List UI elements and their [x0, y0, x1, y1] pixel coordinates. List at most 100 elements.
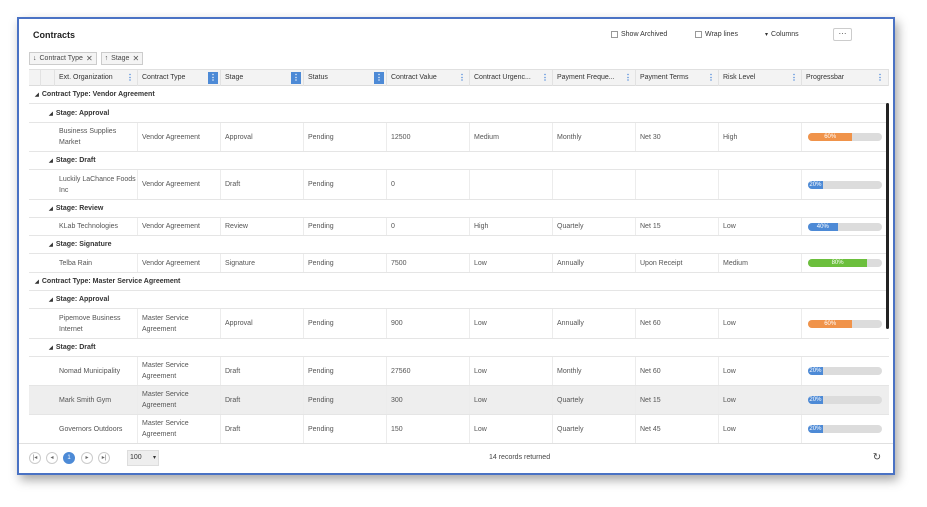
current-page-button[interactable]: 1	[63, 452, 75, 464]
refresh-icon[interactable]: ↻	[871, 452, 883, 464]
page-size-select[interactable]: 100 ▾	[127, 450, 159, 466]
cell-status: Pending	[304, 218, 387, 235]
cell-payment-frequency: Quartely	[553, 386, 636, 414]
group-label: Stage: Approval	[55, 110, 110, 117]
wrap-lines-checkbox[interactable]	[695, 31, 702, 38]
show-archived-checkbox[interactable]	[611, 31, 618, 38]
cell-payment-frequency: Quartely	[553, 415, 636, 443]
cell-contract-urgency: Low	[470, 415, 553, 443]
table-row[interactable]: Governors Outdoors Master Service Agreem…	[29, 415, 889, 444]
cell-risk-level: Low	[719, 218, 802, 235]
columns-label: Columns	[771, 31, 799, 38]
wrap-lines-label: Wrap lines	[705, 31, 738, 38]
cell-payment-terms: Net 15	[636, 386, 719, 414]
group-row-stage[interactable]: ◢ Stage: Review	[29, 200, 889, 218]
cell-contract-type: Vendor Agreement	[138, 170, 221, 199]
column-menu-icon[interactable]: ⋮	[374, 72, 384, 84]
table-row[interactable]: Pipemove Business Internet Master Servic…	[29, 309, 889, 339]
cell-status: Pending	[304, 123, 387, 151]
collapse-triangle-icon[interactable]: ◢	[35, 92, 39, 98]
group-row-stage[interactable]: ◢ Stage: Draft	[29, 152, 889, 170]
column-menu-icon[interactable]: ⋮	[789, 72, 799, 84]
group-row-contract-type[interactable]: ◢ Contract Type: Vendor Agreement	[29, 86, 889, 104]
cell-payment-frequency: Annually	[553, 254, 636, 272]
group-row-stage[interactable]: ◢ Stage: Approval	[29, 104, 889, 123]
collapse-triangle-icon[interactable]: ◢	[49, 206, 53, 212]
column-menu-icon[interactable]: ⋮	[125, 72, 135, 84]
cell-payment-terms: Net 60	[636, 309, 719, 338]
collapse-triangle-icon[interactable]: ◢	[49, 111, 53, 117]
first-page-button[interactable]: |◂	[29, 452, 41, 464]
cell-contract-value: 900	[387, 309, 470, 338]
column-menu-icon[interactable]: ⋮	[457, 72, 467, 84]
column-menu-icon[interactable]: ⋮	[623, 72, 633, 84]
cell-payment-terms	[636, 170, 719, 199]
caret-down-icon: ▾	[765, 32, 769, 38]
page-title: Contracts	[33, 30, 76, 40]
close-icon[interactable]: ✕	[86, 54, 93, 63]
collapse-triangle-icon[interactable]: ◢	[49, 158, 53, 164]
grid-footer: |◂ ◂ 1 ▸ ▸| 100 ▾ 14 records returned ↻	[19, 443, 893, 473]
table-row[interactable]: KLab Technologies Vendor Agreement Revie…	[29, 218, 889, 236]
cell-status: Pending	[304, 357, 387, 385]
cell-contract-urgency: Medium	[470, 123, 553, 151]
collapse-triangle-icon[interactable]: ◢	[49, 242, 53, 248]
cell-contract-type: Vendor Agreement	[138, 218, 221, 235]
cell-risk-level: Low	[719, 309, 802, 338]
collapse-triangle-icon[interactable]: ◢	[49, 297, 53, 303]
wrap-lines-toggle[interactable]: Wrap lines	[695, 31, 738, 38]
show-archived-toggle[interactable]: Show Archived	[611, 31, 667, 38]
table-row[interactable]: Nomad Municipality Master Service Agreem…	[29, 357, 889, 386]
cell-stage: Approval	[221, 309, 304, 338]
cell-ext-organization: Business Supplies Market	[55, 123, 138, 151]
cell-status: Pending	[304, 170, 387, 199]
column-menu-icon[interactable]: ⋮	[208, 72, 218, 84]
next-page-button[interactable]: ▸	[81, 452, 93, 464]
cell-contract-value: 0	[387, 170, 470, 199]
column-menu-icon[interactable]: ⋮	[706, 72, 716, 84]
cell-contract-urgency	[470, 170, 553, 199]
more-options-button[interactable]: ···	[833, 28, 852, 41]
column-menu-icon[interactable]: ⋮	[291, 72, 301, 84]
cell-contract-value: 0	[387, 218, 470, 235]
last-page-button[interactable]: ▸|	[98, 452, 110, 464]
cell-contract-type: Master Service Agreement	[138, 386, 221, 414]
close-icon[interactable]: ✕	[132, 54, 139, 63]
cell-status: Pending	[304, 254, 387, 272]
column-menu-icon[interactable]: ⋮	[875, 72, 885, 84]
columns-menu-button[interactable]: ▾ Columns	[765, 31, 799, 38]
cell-stage: Draft	[221, 170, 304, 199]
progress-bar-fill: 20%	[808, 181, 823, 189]
progress-bar: 20%	[808, 181, 882, 189]
progress-bar-fill: 60%	[808, 133, 853, 141]
cell-contract-type: Master Service Agreement	[138, 309, 221, 338]
prev-page-button[interactable]: ◂	[46, 452, 58, 464]
table-row[interactable]: Mark Smith Gym Master Service Agreement …	[29, 386, 889, 415]
group-label: Contract Type: Master Service Agreement	[41, 278, 181, 285]
progress-bar: 60%	[808, 320, 882, 328]
sort-arrow-icon: ↓	[33, 55, 37, 62]
expand-column-header	[29, 70, 41, 86]
collapse-triangle-icon[interactable]: ◢	[49, 345, 53, 351]
vertical-scrollbar[interactable]	[886, 103, 889, 329]
cell-stage: Draft	[221, 386, 304, 414]
cell-payment-terms: Net 60	[636, 357, 719, 385]
column-menu-icon[interactable]: ⋮	[540, 72, 550, 84]
group-row-contract-type[interactable]: ◢ Contract Type: Master Service Agreement	[29, 273, 889, 291]
cell-status: Pending	[304, 415, 387, 443]
collapse-triangle-icon[interactable]: ◢	[35, 279, 39, 285]
group-row-stage[interactable]: ◢ Stage: Draft	[29, 339, 889, 357]
cell-contract-type: Vendor Agreement	[138, 254, 221, 272]
cell-payment-frequency: Monthly	[553, 357, 636, 385]
table-row[interactable]: Business Supplies Market Vendor Agreemen…	[29, 123, 889, 152]
group-chip-stage[interactable]: ↑ Stage ✕	[100, 52, 144, 65]
table-row[interactable]: Telba Rain Vendor Agreement Signature Pe…	[29, 254, 889, 273]
table-row[interactable]: Luckily LaChance Foods Inc Vendor Agreem…	[29, 170, 889, 200]
group-chip-contract-type[interactable]: ↓ Contract Type ✕	[29, 52, 97, 65]
group-row-stage[interactable]: ◢ Stage: Approval	[29, 291, 889, 309]
cell-ext-organization: Telba Rain	[55, 254, 138, 272]
group-row-stage[interactable]: ◢ Stage: Signature	[29, 236, 889, 254]
progress-bar-fill: 20%	[808, 367, 823, 375]
grid-body: ◢ Contract Type: Vendor Agreement ◢ Stage:…	[29, 86, 889, 460]
cell-ext-organization: Luckily LaChance Foods Inc	[55, 170, 138, 199]
